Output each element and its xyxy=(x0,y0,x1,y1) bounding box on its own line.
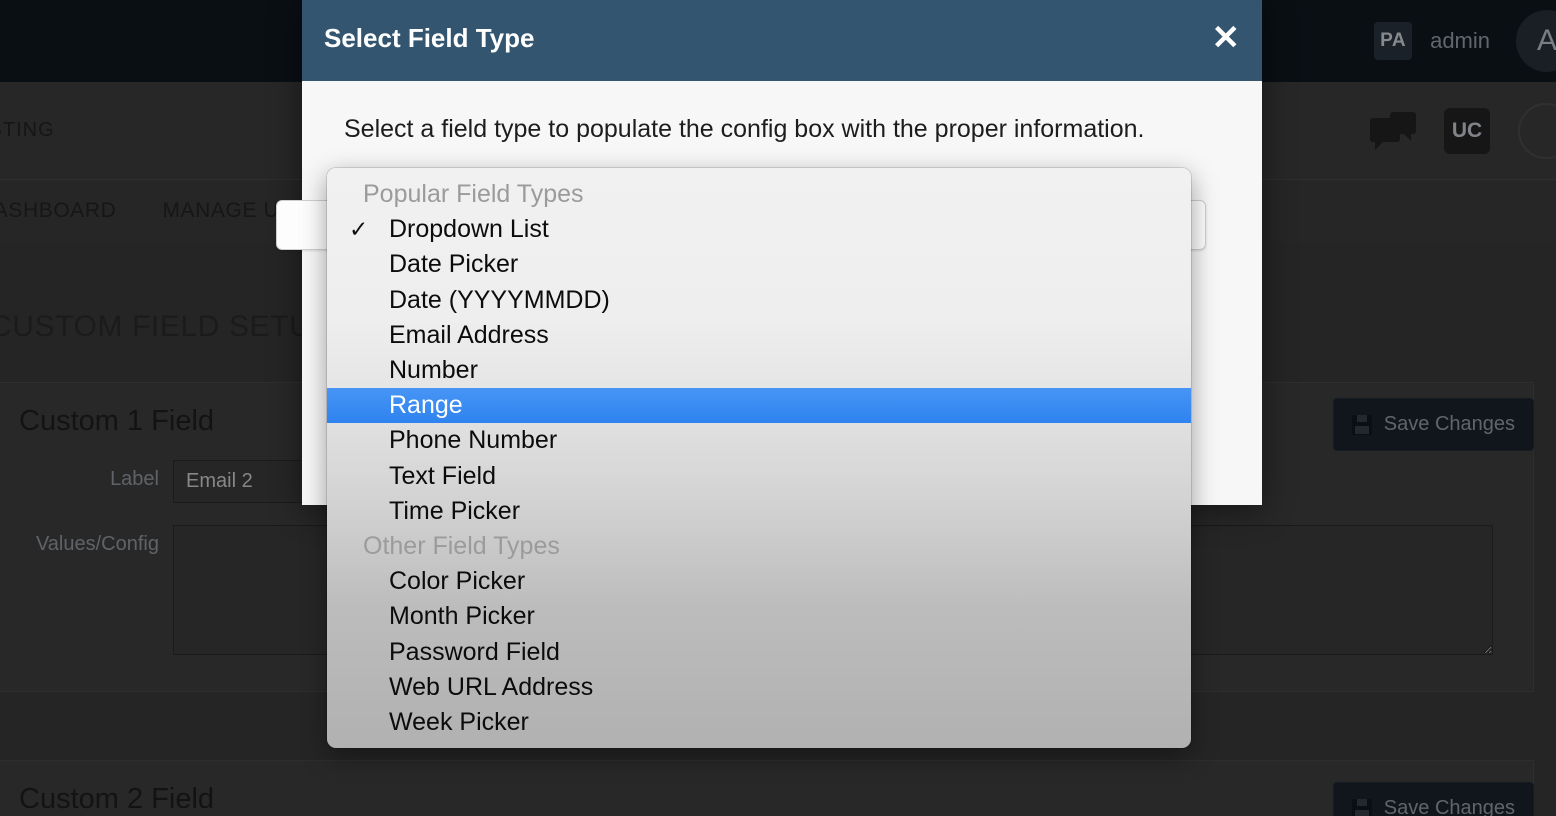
org-badge[interactable]: PA xyxy=(1374,22,1413,60)
dropdown-option-label: Phone Number xyxy=(389,426,558,455)
dropdown-group-header: Other Field Types xyxy=(327,529,1191,564)
secondary-bar-actions: UC xyxy=(1370,102,1556,159)
dropdown-option[interactable]: Password Field xyxy=(327,634,1191,669)
values-config-caption: Values/Config xyxy=(35,533,159,555)
dropdown-option-label: Dropdown List xyxy=(389,215,549,244)
dropdown-option-label: Other Field Types xyxy=(363,531,560,560)
dropdown-option-label: Popular Field Types xyxy=(363,180,584,209)
uc-badge[interactable]: UC xyxy=(1444,107,1490,154)
checkmark-icon: ✓ xyxy=(349,216,369,243)
panel-title-2: Custom 2 Field xyxy=(19,783,215,815)
save-changes-button-2[interactable]: Save Changes xyxy=(1332,782,1534,816)
dropdown-option[interactable]: Email Address xyxy=(327,318,1191,353)
label-field-caption: Label xyxy=(110,468,159,490)
save-floppy-icon-2 xyxy=(1351,798,1372,816)
modal-description: Select a field type to populate the conf… xyxy=(344,115,1145,143)
dropdown-option-label: Week Picker xyxy=(389,707,529,736)
avatar[interactable]: A xyxy=(1516,10,1556,72)
dropdown-group-header: Popular Field Types xyxy=(327,177,1191,212)
dropdown-option[interactable]: Month Picker xyxy=(327,599,1191,634)
modal-header: Select Field Type ✕ xyxy=(302,0,1262,81)
modal-title: Select Field Type xyxy=(324,22,535,53)
custom-2-field-panel: Custom 2 Field xyxy=(0,760,1534,816)
dropdown-option-label: Time Picker xyxy=(389,496,521,525)
save-changes-button-1[interactable]: Save Changes xyxy=(1332,398,1534,451)
dropdown-option-label: Email Address xyxy=(389,320,549,349)
save-floppy-icon xyxy=(1351,414,1372,435)
page-title: CUSTOM FIELD SETUP xyxy=(0,310,332,343)
dropdown-option-label: Date Picker xyxy=(389,250,519,279)
listing-label: ISTING xyxy=(0,119,55,141)
dropdown-option[interactable]: Web URL Address xyxy=(327,670,1191,705)
dropdown-option-label: Color Picker xyxy=(389,567,526,596)
chat-bubbles-icon[interactable] xyxy=(1370,111,1416,150)
dropdown-option-label: Password Field xyxy=(389,637,560,666)
dropdown-option[interactable]: ✓ Dropdown List xyxy=(327,212,1191,247)
dropdown-option-label: Month Picker xyxy=(389,602,535,631)
save-button-label-2: Save Changes xyxy=(1383,797,1515,816)
tab-dashboard[interactable]: DASHBOARD xyxy=(0,199,116,223)
save-button-label: Save Changes xyxy=(1383,413,1515,435)
dropdown-option[interactable]: Number xyxy=(327,353,1191,388)
dropdown-option[interactable]: Time Picker xyxy=(327,494,1191,529)
dropdown-option[interactable]: Date Picker xyxy=(327,247,1191,282)
close-icon[interactable]: ✕ xyxy=(1212,21,1241,55)
dropdown-option-label: Number xyxy=(389,356,478,385)
dropdown-option[interactable]: Text Field xyxy=(327,459,1191,494)
dropdown-option-label: Web URL Address xyxy=(389,672,594,701)
dropdown-option[interactable]: Phone Number xyxy=(327,423,1191,458)
field-type-dropdown-popup[interactable]: Popular Field Types ✓ Dropdown List Date Pi… xyxy=(327,168,1191,748)
dropdown-option[interactable]: Color Picker xyxy=(327,564,1191,599)
dropdown-option-label: Date (YYYYMMDD) xyxy=(389,285,610,314)
dropdown-option[interactable]: Range xyxy=(327,388,1191,424)
dropdown-option-label: Range xyxy=(389,391,463,420)
username-label: admin xyxy=(1430,28,1490,53)
dropdown-option[interactable]: Date (YYYYMMDD) xyxy=(327,283,1191,318)
profile-circle-button[interactable] xyxy=(1518,102,1556,159)
app-root: PA admin A ISTING UC DASHBOARD MANAGE US… xyxy=(0,0,1556,816)
dropdown-option-label: Text Field xyxy=(389,461,496,490)
dropdown-option[interactable]: Week Picker xyxy=(327,705,1191,740)
